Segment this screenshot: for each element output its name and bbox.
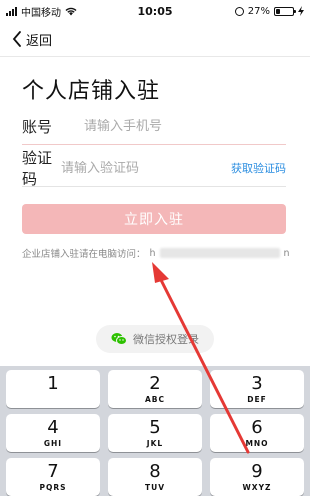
charging-bolt-icon: [298, 6, 304, 16]
verification-code-input[interactable]: [61, 160, 231, 176]
blurred-url: [159, 248, 280, 258]
key-letters: MNO: [245, 438, 269, 448]
key-4[interactable]: 4 GHI: [6, 414, 100, 452]
key-3[interactable]: 3 DEF: [210, 370, 304, 408]
wechat-icon: [111, 333, 127, 345]
status-bar: 中国移动 10:05 27%: [0, 0, 310, 22]
back-label: 返回: [26, 33, 53, 49]
phone-input[interactable]: [84, 118, 286, 134]
key-letters: JKL: [146, 438, 164, 448]
account-row: 账号: [22, 108, 286, 145]
chevron-left-icon: [12, 31, 21, 47]
wifi-icon: [65, 7, 77, 15]
key-number: 1: [47, 372, 59, 394]
hint-url-start: h: [149, 247, 156, 259]
code-label: 验证码: [22, 149, 53, 188]
key-letters: PQRS: [39, 482, 67, 492]
key-number: 9: [251, 460, 263, 482]
page-title: 个人店铺入驻: [22, 79, 161, 104]
numeric-keypad: 1 2 ABC 3 DEF 4 GHI 5 JKL 6 MNO 7 PQRS 8…: [0, 366, 310, 496]
status-right: 27%: [234, 5, 304, 17]
submit-button[interactable]: 立即入驻: [22, 204, 286, 234]
account-label: 账号: [22, 117, 53, 136]
key-letters: GHI: [43, 438, 63, 448]
key-letters: TUV: [144, 482, 165, 492]
key-number: 2: [149, 372, 161, 394]
key-number: 8: [149, 460, 161, 482]
get-code-link[interactable]: 获取验证码: [231, 160, 286, 176]
orientation-lock-icon: [234, 6, 244, 16]
key-7[interactable]: 7 PQRS: [6, 458, 100, 496]
battery-icon: [274, 6, 296, 16]
status-left: 中国移动: [6, 4, 77, 19]
key-8[interactable]: 8 TUV: [108, 458, 202, 496]
hint-text: 企业店铺入驻请在电脑访问：: [22, 249, 146, 260]
key-number: 6: [251, 416, 263, 438]
key-9[interactable]: 9 WXYZ: [210, 458, 304, 496]
signal-icon: [6, 6, 17, 16]
key-number: 5: [149, 416, 161, 438]
key-number: 7: [47, 460, 59, 482]
back-button[interactable]: 返回: [0, 30, 52, 49]
carrier-label: 中国移动: [21, 7, 61, 19]
key-5[interactable]: 5 JKL: [108, 414, 202, 452]
enterprise-hint: 企业店铺入驻请在电脑访问： h n: [22, 246, 290, 261]
key-1[interactable]: 1: [6, 370, 100, 408]
code-row: 验证码 获取验证码: [22, 149, 286, 188]
battery-level-fill: [276, 8, 280, 14]
key-letters: DEF: [247, 394, 267, 404]
key-letters: WXYZ: [242, 482, 272, 492]
hint-url-end: n: [283, 247, 290, 259]
key-6[interactable]: 6 MNO: [210, 414, 304, 452]
battery-percent: 27%: [247, 5, 270, 17]
key-2[interactable]: 2 ABC: [108, 370, 202, 408]
arrow-head: [152, 262, 169, 283]
wechat-login-label: 微信授权登录: [133, 333, 199, 346]
key-number: 4: [47, 416, 59, 438]
wechat-login-button[interactable]: 微信授权登录: [96, 325, 214, 353]
nav-bar: 返回: [0, 22, 310, 57]
key-letters: ABC: [144, 394, 166, 404]
key-number: 3: [251, 372, 263, 394]
